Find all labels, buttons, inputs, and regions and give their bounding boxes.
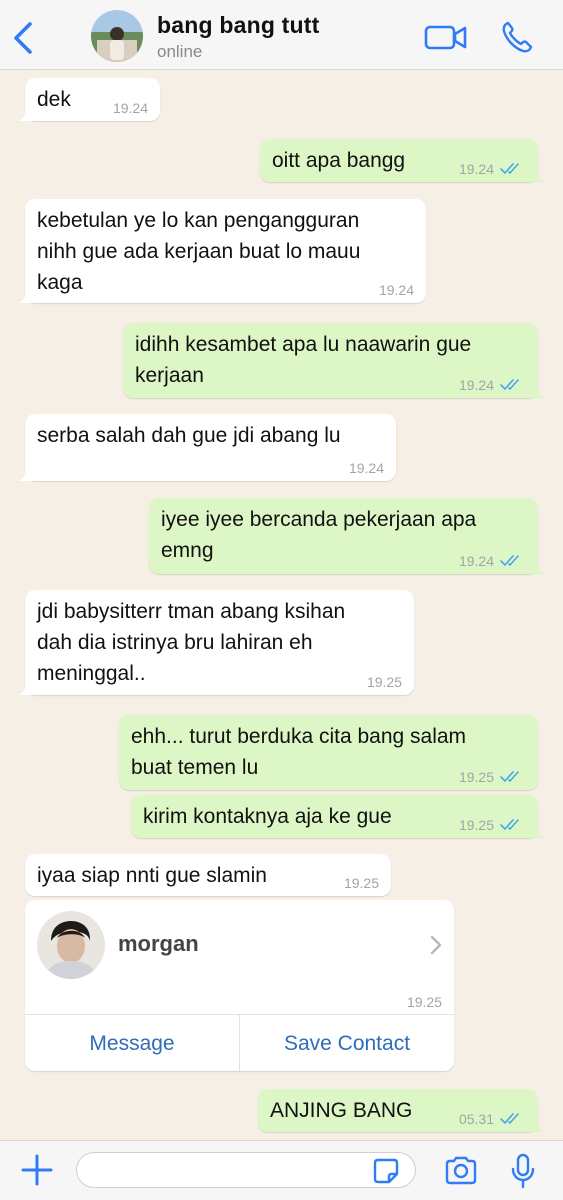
composer-bar	[0, 1140, 563, 1200]
avatar[interactable]	[91, 10, 143, 62]
message-outgoing[interactable]: iyee iyee bercanda pekerjaan apa emng 19…	[149, 498, 545, 574]
double-check-icon	[500, 819, 519, 830]
contact-card-actions: Message Save Contact	[25, 1014, 454, 1071]
message-text: kebetulan ye lo kan pengangguran	[37, 209, 360, 232]
double-check-icon	[500, 163, 519, 174]
message-text: jdi babysitterr tman abang ksihan	[37, 600, 346, 623]
contact-card-avatar[interactable]	[37, 911, 105, 979]
message-time: 19.25	[458, 769, 494, 785]
message-text: ehh... turut berduka cita bang salam	[131, 725, 467, 748]
message-time: 19.25	[406, 994, 442, 1010]
message-time: 19.24	[458, 553, 494, 569]
message-time: 05.31	[458, 1111, 494, 1127]
bubble-tail	[18, 107, 32, 121]
contact-status: online	[157, 42, 203, 61]
message-text: nihh gue ada kerjaan buat lo mauu	[37, 240, 361, 263]
chevron-left-icon[interactable]	[8, 20, 40, 56]
double-check-icon	[500, 1113, 519, 1124]
message-outgoing[interactable]: idihh kesambet apa lu naawarin gue kerja…	[123, 323, 545, 398]
microphone-icon[interactable]	[510, 1153, 536, 1189]
bubble-tail	[531, 1118, 545, 1132]
message-incoming[interactable]: jdi babysitterr tman abang ksihan dah di…	[18, 590, 414, 695]
message-incoming[interactable]: serba salah dah gue jdi abang lu 19.24	[18, 414, 396, 481]
bubble-tail	[18, 289, 32, 303]
double-check-icon	[500, 379, 519, 390]
plus-icon[interactable]	[20, 1153, 54, 1187]
message-incoming[interactable]: iyaa siap nnti gue slamin 19.25	[25, 854, 391, 896]
message-outgoing[interactable]: ehh... turut berduka cita bang salam bua…	[119, 715, 538, 790]
message-text: dah dia istrinya bru lahiran eh	[37, 631, 313, 654]
message-time: 19.25	[458, 817, 494, 833]
contact-name[interactable]: bang bang tutt	[157, 12, 320, 39]
message-input[interactable]	[76, 1152, 416, 1188]
contact-card-name[interactable]: morgan	[118, 931, 199, 957]
contact-card[interactable]: morgan 19.25 Message Save Contact	[25, 900, 454, 1071]
message-text: meninggal..	[37, 662, 146, 685]
bubble-tail	[18, 467, 32, 481]
bubble-tail	[531, 384, 545, 398]
message-time: 19.24	[378, 282, 414, 298]
message-incoming[interactable]: kebetulan ye lo kan pengangguran nihh gu…	[18, 199, 426, 303]
save-contact-button[interactable]: Save Contact	[240, 1015, 454, 1071]
bubble-tail	[18, 681, 32, 695]
message-outgoing[interactable]: ANJING BANG 05.31	[258, 1089, 545, 1132]
message-outgoing[interactable]: oitt apa bangg 19.24	[260, 139, 545, 182]
camera-icon[interactable]	[444, 1155, 478, 1185]
sticker-icon[interactable]	[372, 1157, 400, 1185]
message-incoming[interactable]: dek 19.24	[18, 78, 160, 121]
message-time: 19.25	[366, 674, 402, 690]
message-contact-button[interactable]: Message	[25, 1015, 239, 1071]
bubble-tail	[531, 824, 545, 838]
chat-header: bang bang tutt online	[0, 0, 563, 70]
message-text: idihh kesambet apa lu naawarin gue	[135, 333, 472, 356]
chevron-right-icon[interactable]	[429, 934, 443, 956]
message-text: iyaa siap nnti gue slamin	[37, 864, 267, 887]
bubble-tail	[531, 560, 545, 574]
message-time: 19.24	[458, 377, 494, 393]
message-time: 19.25	[343, 875, 379, 891]
message-text: iyee iyee bercanda pekerjaan apa	[161, 508, 477, 531]
message-text: serba salah dah gue jdi abang lu	[37, 424, 341, 447]
bubble-tail	[531, 168, 545, 182]
message-text: kaga	[37, 271, 83, 294]
double-check-icon	[500, 555, 519, 566]
message-time: 19.24	[348, 460, 384, 476]
double-check-icon	[500, 771, 519, 782]
video-call-icon[interactable]	[424, 22, 468, 52]
phone-call-icon[interactable]	[500, 20, 534, 54]
message-outgoing[interactable]: kirim kontaknya aja ke gue 19.25	[131, 795, 545, 838]
message-time: 19.24	[458, 161, 494, 177]
message-time: 19.24	[112, 100, 148, 116]
